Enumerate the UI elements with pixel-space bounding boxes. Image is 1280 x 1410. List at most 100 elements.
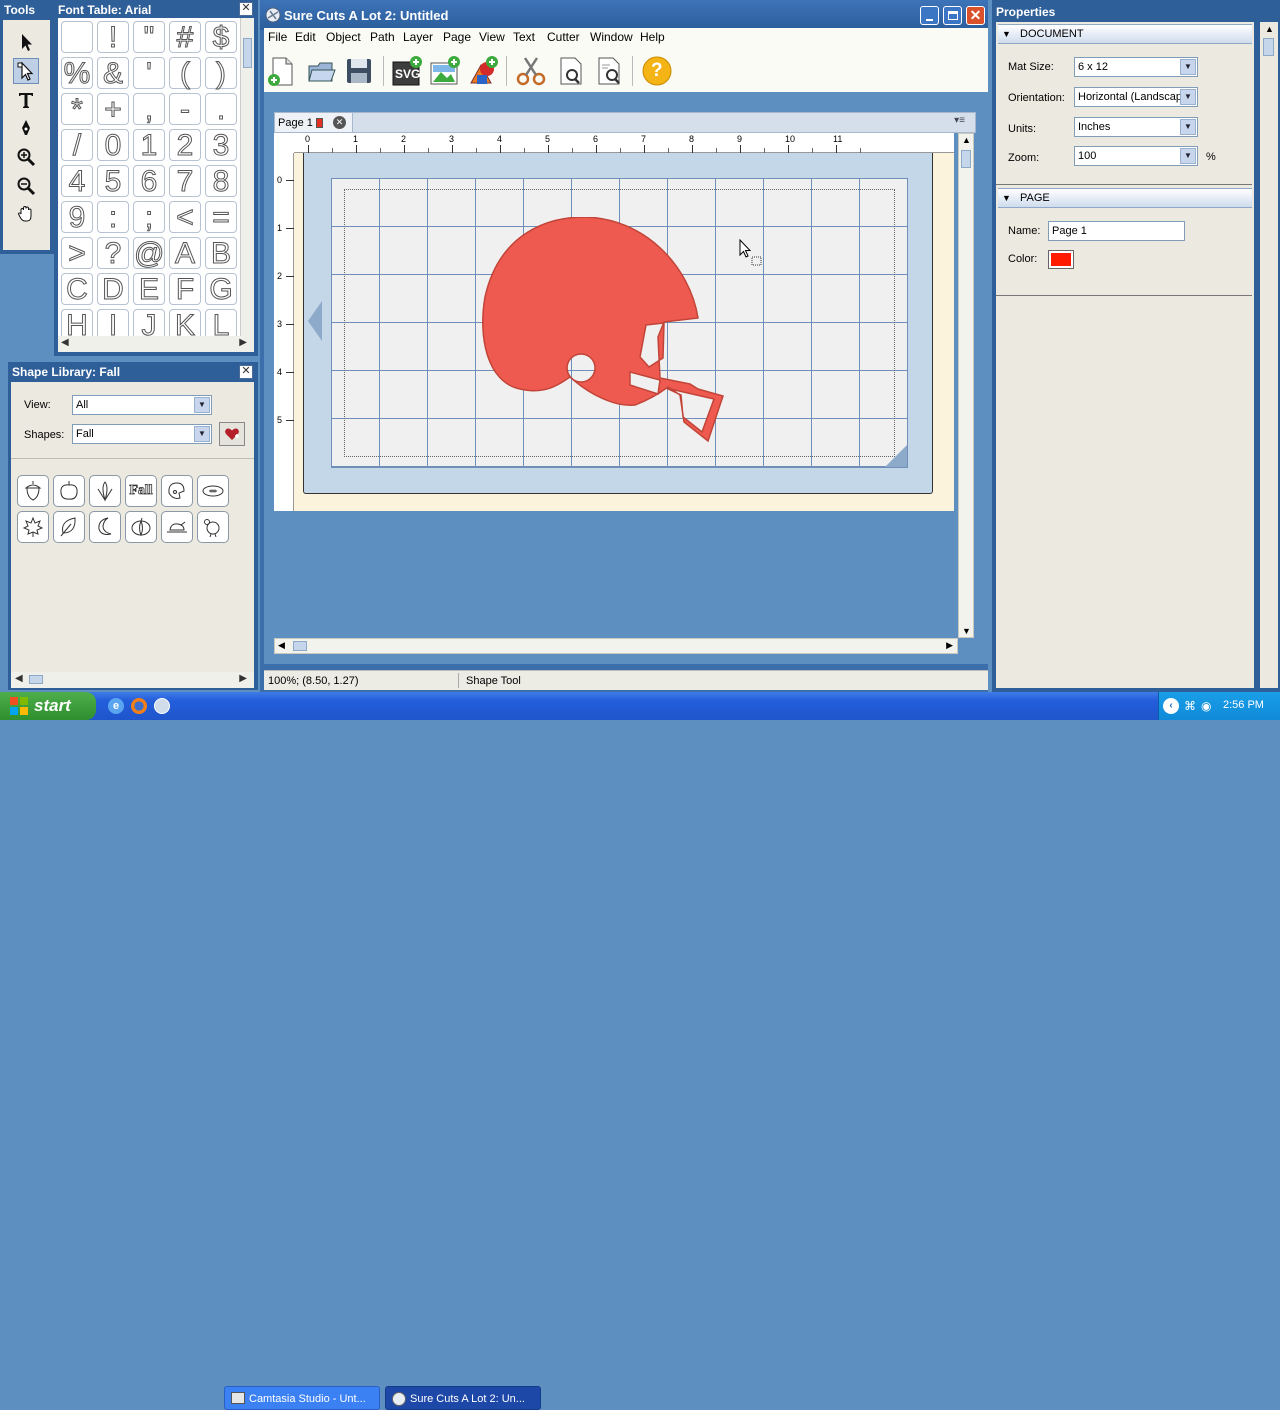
scroll-up-icon[interactable]: ▲ — [962, 135, 971, 145]
page-section-header[interactable]: ▼ PAGE — [998, 188, 1252, 208]
moon-shape-button[interactable] — [89, 511, 121, 543]
start-button[interactable]: start — [0, 692, 96, 720]
menu-path[interactable]: Path — [370, 30, 395, 44]
acorn-shape-button[interactable] — [17, 475, 49, 507]
view-select[interactable]: All ▼ — [72, 395, 212, 415]
print-preview-button[interactable] — [592, 54, 626, 88]
help-button[interactable]: ? — [640, 54, 674, 88]
cut-button[interactable] — [514, 54, 548, 88]
zoom-out-tool-button[interactable] — [13, 173, 39, 199]
add-shapes-button[interactable] — [466, 54, 500, 88]
menu-text[interactable]: Text — [513, 30, 535, 44]
canvas-hscroll[interactable]: ◀ ▶ — [274, 638, 958, 654]
tray-expand-icon[interactable]: ‹ — [1163, 698, 1179, 714]
maximize-button[interactable] — [943, 6, 962, 25]
font-glyph-button[interactable]: J — [133, 309, 165, 336]
helmet-shape-button[interactable] — [161, 475, 193, 507]
font-glyph-button[interactable]: 4 — [61, 165, 93, 198]
corn-shape-button[interactable] — [89, 475, 121, 507]
font-glyph-button[interactable]: - — [169, 93, 201, 126]
font-glyph-button[interactable]: , — [133, 93, 165, 126]
font-glyph-button[interactable]: ? — [97, 237, 129, 270]
menu-cutter[interactable]: Cutter — [547, 30, 580, 44]
close-tab-icon[interactable]: ✕ — [333, 116, 346, 129]
font-glyph-button[interactable]: @ — [133, 237, 165, 270]
font-glyph-button[interactable]: C — [61, 273, 93, 306]
font-glyph-button[interactable]: ( — [169, 57, 201, 90]
zoom-in-tool-button[interactable] — [13, 144, 39, 170]
menu-help[interactable]: Help — [640, 30, 665, 44]
font-table-vscroll[interactable] — [240, 18, 254, 336]
shape-library-hscroll[interactable]: ◀ ▶ — [11, 672, 254, 688]
quicklaunch-app-icon[interactable] — [154, 698, 170, 714]
menu-edit[interactable]: Edit — [295, 30, 316, 44]
units-select[interactable]: Inches ▼ — [1074, 117, 1198, 137]
menu-file[interactable]: File — [268, 30, 287, 44]
font-glyph-button[interactable]: 8 — [205, 165, 237, 198]
font-table-close-button[interactable]: ✕ — [239, 2, 253, 16]
new-document-button[interactable] — [264, 54, 298, 88]
close-window-button[interactable]: ✕ — [966, 6, 985, 25]
hand-tool-button[interactable] — [13, 201, 39, 227]
font-glyph-button[interactable]: 0 — [97, 129, 129, 162]
font-glyph-button[interactable]: F — [169, 273, 201, 306]
leaf-shape-button[interactable] — [53, 511, 85, 543]
text-tool-button[interactable] — [13, 87, 39, 113]
font-glyph-button[interactable]: # — [169, 21, 201, 54]
canvas-vscroll[interactable]: ▲ ▼ — [958, 133, 974, 638]
font-glyph-button[interactable]: > — [61, 237, 93, 270]
shape-library-close-button[interactable]: ✕ — [239, 365, 253, 379]
scroll-left-icon[interactable]: ◀ — [278, 640, 285, 651]
font-glyph-button[interactable]: + — [97, 93, 129, 126]
font-glyph-button[interactable]: : — [97, 201, 129, 234]
scroll-down-icon[interactable]: ▼ — [962, 626, 971, 636]
font-table-hscroll[interactable]: ◀ ▶ — [58, 336, 254, 352]
font-glyph-button[interactable]: D — [97, 273, 129, 306]
turkey-platter-shape-button[interactable] — [161, 511, 193, 543]
pumpkin-shape-button[interactable] — [125, 511, 157, 543]
font-glyph-button[interactable]: 5 — [97, 165, 129, 198]
font-glyph-button[interactable]: E — [133, 273, 165, 306]
font-glyph-button[interactable]: $ — [205, 21, 237, 54]
font-glyph-button[interactable]: K — [169, 309, 201, 336]
select-tool-button[interactable] — [13, 29, 39, 55]
turkey-shape-button[interactable] — [197, 511, 229, 543]
fall-text-shape-button[interactable]: Fall — [125, 475, 157, 507]
font-glyph-button[interactable]: / — [61, 129, 93, 162]
font-glyph-button[interactable]: 1 — [133, 129, 165, 162]
font-glyph-button[interactable]: 3 — [205, 129, 237, 162]
save-button[interactable] — [342, 54, 376, 88]
menu-page[interactable]: Page — [443, 30, 471, 44]
football-shape-button[interactable] — [197, 475, 229, 507]
menu-window[interactable]: Window — [590, 30, 633, 44]
taskbar-sure-cuts[interactable]: Sure Cuts A Lot 2: Un... — [385, 1386, 541, 1410]
quicklaunch-firefox-icon[interactable] — [131, 698, 147, 714]
font-glyph-button[interactable]: 9 — [61, 201, 93, 234]
import-svg-button[interactable]: SVG — [390, 54, 424, 88]
tab-menu-icon[interactable]: ▾≡ — [954, 115, 965, 126]
open-button[interactable] — [304, 54, 338, 88]
font-glyph-button[interactable]: B — [205, 237, 237, 270]
cut-preview-button[interactable] — [554, 54, 588, 88]
font-glyph-button[interactable]: < — [169, 201, 201, 234]
pumpkin-outline-shape-button[interactable] — [53, 475, 85, 507]
minimize-button[interactable] — [920, 6, 939, 25]
menu-object[interactable]: Object — [326, 30, 361, 44]
font-glyph-button[interactable]: ' — [133, 57, 165, 90]
shapes-select[interactable]: Fall ▼ — [72, 424, 212, 444]
taskbar-camtasia[interactable]: Camtasia Studio - Unt... — [224, 1386, 380, 1410]
menu-layer[interactable]: Layer — [403, 30, 433, 44]
font-glyph-button[interactable]: . — [205, 93, 237, 126]
font-glyph-button[interactable]: A — [169, 237, 201, 270]
font-glyph-button[interactable]: & — [97, 57, 129, 90]
font-glyph-button[interactable]: " — [133, 21, 165, 54]
pen-tool-button[interactable] — [13, 115, 39, 141]
font-glyph-button[interactable]: 7 — [169, 165, 201, 198]
properties-vscroll[interactable]: ▲ — [1260, 22, 1278, 688]
page-name-input[interactable] — [1048, 221, 1185, 241]
node-edit-tool-button[interactable] — [13, 58, 39, 84]
orientation-select[interactable]: Horizontal (Landscap ▼ — [1074, 87, 1198, 107]
mat-size-select[interactable]: 6 x 12 ▼ — [1074, 57, 1198, 77]
network-icon[interactable]: ⌘ — [1184, 699, 1196, 713]
font-glyph-button[interactable]: ; — [133, 201, 165, 234]
